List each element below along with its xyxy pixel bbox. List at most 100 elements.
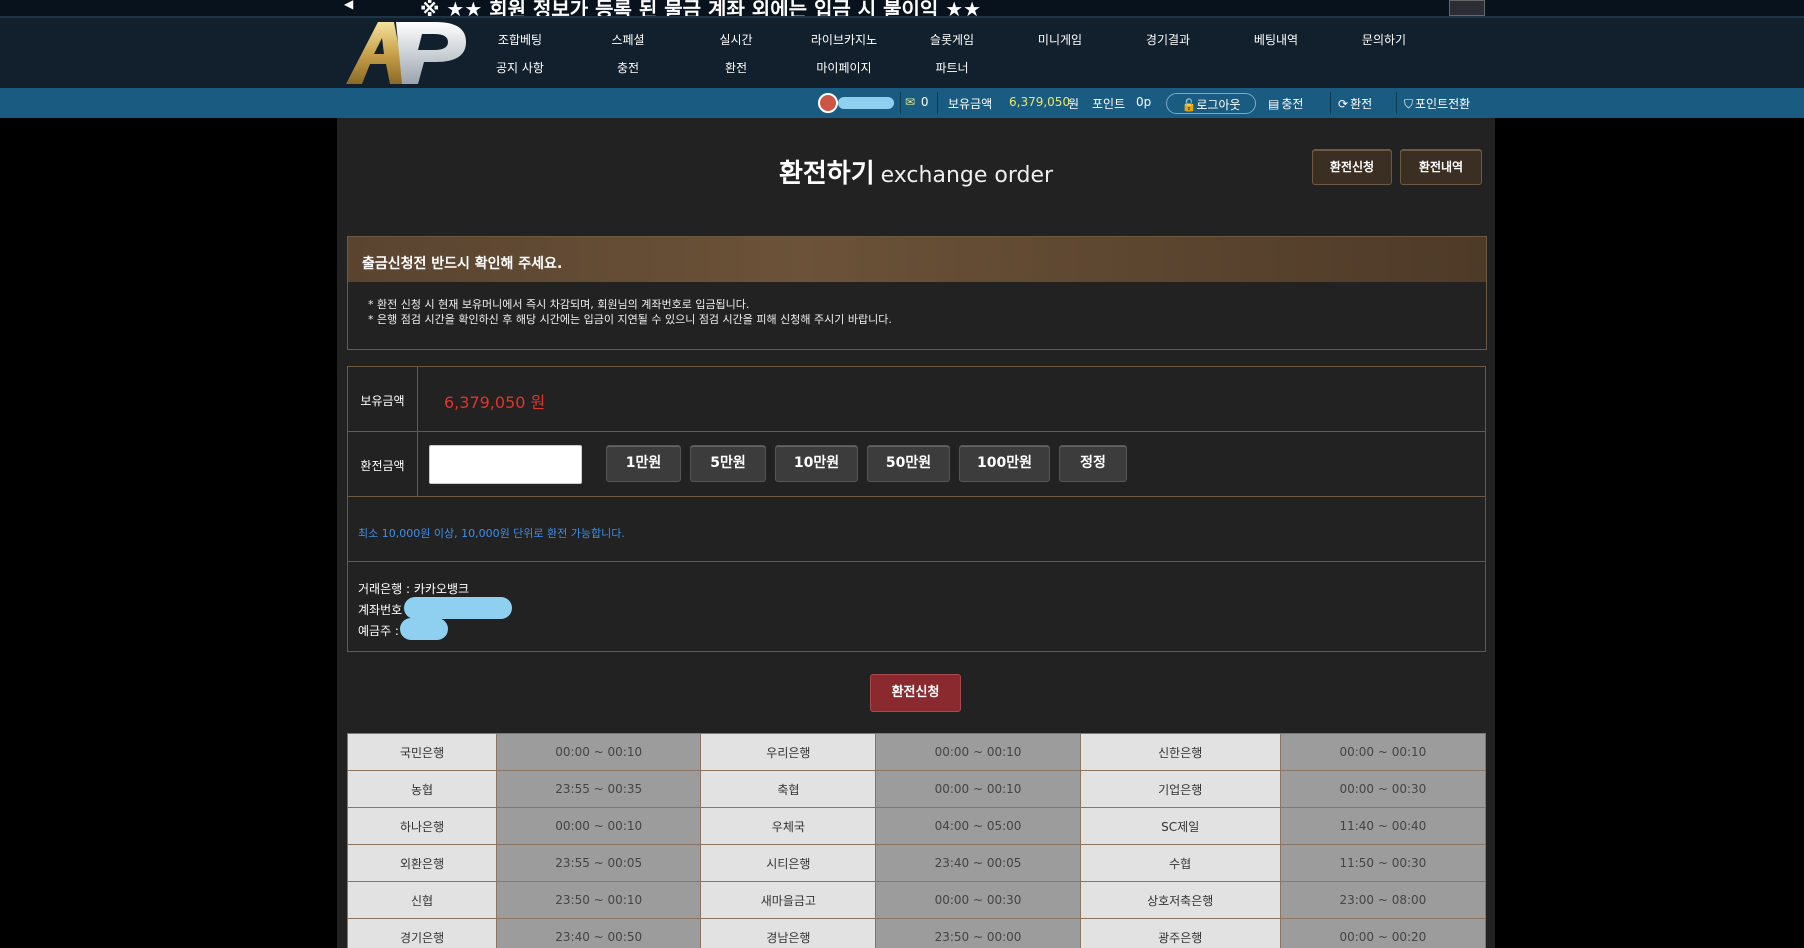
- bank-name-cell: 신협: [346, 881, 498, 919]
- speaker-icon: ◀: [344, 0, 354, 11]
- divider: [900, 92, 901, 114]
- maintenance-time-cell: 23:50 ~ 00:10: [496, 881, 702, 919]
- lock-icon: 🔓: [1181, 98, 1197, 112]
- user-bar: ✉ 0 보유금액 6,379,050 원 포인트 0p 🔓로그아웃 ▤ 충전 ⟳ 환…: [0, 88, 1804, 118]
- coins-icon: ▤: [1268, 97, 1280, 111]
- hint-row: 최소 10,000원 이상, 10,000원 단위로 환전 가능합니다.: [348, 497, 1485, 562]
- exchange-apply-tab[interactable]: 환전신청: [1312, 149, 1392, 185]
- nav-combo-bet[interactable]: 조합베팅: [466, 31, 574, 48]
- bank-name-cell: 경남은행: [700, 918, 877, 948]
- nav-charge[interactable]: 충전: [574, 59, 682, 76]
- table-row: 신협 23:50 ~ 00:10 새마을금고 00:00 ~ 00:30 상호저축은행 2…: [346, 881, 1487, 919]
- bank-maintenance-table: 국민은행 00:00 ~ 00:10 우리은행 00:00 ~ 00:10 신한은행 00…: [346, 733, 1487, 948]
- amount-row-label: 환전금액: [348, 432, 418, 496]
- account-holder: 예금주 :: [358, 624, 399, 638]
- divider: [1396, 92, 1397, 114]
- nav-inquiry[interactable]: 문의하기: [1330, 31, 1438, 48]
- exchange-link[interactable]: ⟳ 환전: [1338, 95, 1372, 112]
- nav-partner[interactable]: 파트너: [898, 59, 1006, 76]
- message-link[interactable]: ✉ 0: [905, 95, 929, 109]
- bank-name-cell: 상호저축은행: [1079, 881, 1281, 919]
- table-row: 농협 23:55 ~ 00:35 축협 00:00 ~ 00:10 기업은행 00:00 …: [346, 770, 1487, 808]
- maintenance-time-cell: 00:00 ~ 00:10: [875, 733, 1081, 771]
- exchange-submit-button[interactable]: 환전신청: [870, 674, 961, 712]
- bank-name-cell: 국민은행: [346, 733, 498, 771]
- balance-amount: 6,379,050 원: [444, 393, 546, 412]
- page-title-en: exchange order: [880, 163, 1054, 188]
- logout-label: 로그아웃: [1196, 98, 1241, 112]
- refresh-icon: ⟳: [1338, 97, 1349, 111]
- main-nav: 조합베팅 스페셜 실시간 라이브카지노 슬롯게임 미니게임 경기결과 베팅내역 …: [466, 18, 1466, 88]
- nav-special[interactable]: 스페셜: [574, 31, 682, 48]
- point-convert-link[interactable]: ⛉ 포인트전환: [1404, 95, 1470, 112]
- nav-exchange[interactable]: 환전: [682, 59, 790, 76]
- table-row: 외환은행 23:55 ~ 00:05 시티은행 23:40 ~ 00:05 수협 11:5…: [346, 844, 1487, 882]
- table-row: 하나은행 00:00 ~ 00:10 우체국 04:00 ~ 05:00 SC제일 11:…: [346, 807, 1487, 845]
- nav-results[interactable]: 경기결과: [1114, 31, 1222, 48]
- maintenance-time-cell: 11:50 ~ 00:30: [1279, 844, 1487, 882]
- exchange-label: 환전: [1350, 97, 1373, 111]
- charge-label: 충전: [1281, 97, 1304, 111]
- add-10k-button[interactable]: 1만원: [606, 445, 681, 482]
- header: 조합베팅 스페셜 실시간 라이브카지노 슬롯게임 미니게임 경기결과 베팅내역 …: [0, 18, 1804, 88]
- amount-input[interactable]: [429, 445, 582, 484]
- bank-name-cell: 시티은행: [700, 844, 877, 882]
- notice-box: 출금신청전 반드시 확인해 주세요. * 환전 신청 시 현재 보유머니에서 즉…: [347, 236, 1487, 350]
- bank-name: 거래은행 : 카카오뱅크: [358, 582, 470, 596]
- nav-live[interactable]: 실시간: [682, 31, 790, 48]
- charge-link[interactable]: ▤ 충전: [1268, 95, 1303, 112]
- add-100k-button[interactable]: 10만원: [775, 445, 858, 482]
- exchange-form: 보유금액 6,379,050 원 환전금액 1만원 5만원 10만원 50만원 …: [347, 366, 1486, 652]
- amount-row: 환전금액 1만원 5만원 10만원 50만원 100만원 정정: [348, 432, 1485, 497]
- message-count: 0: [920, 95, 929, 109]
- bank-name-cell: 우체국: [700, 807, 877, 845]
- point-label: 포인트: [1092, 97, 1126, 111]
- maintenance-time-cell: 23:50 ~ 00:00: [875, 918, 1081, 948]
- bank-name-cell: 우리은행: [700, 733, 877, 771]
- balance-unit: 원: [1068, 97, 1080, 111]
- site-logo[interactable]: [344, 18, 470, 86]
- ticker-toggle[interactable]: [1449, 0, 1485, 16]
- logout-button[interactable]: 🔓로그아웃: [1166, 93, 1256, 114]
- nav-slot[interactable]: 슬롯게임: [898, 31, 1006, 48]
- maintenance-time-cell: 00:00 ~ 00:10: [496, 807, 702, 845]
- nav-live-casino[interactable]: 라이브카지노: [790, 31, 898, 48]
- maintenance-time-cell: 00:00 ~ 00:30: [1279, 770, 1487, 808]
- nav-mini-game[interactable]: 미니게임: [1006, 31, 1114, 48]
- nav-notice[interactable]: 공지 사항: [466, 59, 574, 76]
- maintenance-time-cell: 00:00 ~ 00:10: [875, 770, 1081, 808]
- maintenance-time-cell: 23:40 ~ 00:50: [496, 918, 702, 948]
- bank-name-cell: 수협: [1079, 844, 1281, 882]
- nav-bet-history[interactable]: 베팅내역: [1222, 31, 1330, 48]
- exchange-panel: 환전하기 exchange order 환전신청 환전내역 출금신청전 반드시 확…: [337, 118, 1495, 948]
- add-500k-button[interactable]: 50만원: [867, 445, 950, 482]
- divider: [1330, 92, 1331, 114]
- shield-icon: ⛉: [1404, 97, 1414, 111]
- divider: [937, 92, 938, 114]
- maintenance-time-cell: 00:00 ~ 00:10: [1279, 733, 1487, 771]
- maintenance-time-cell: 23:55 ~ 00:35: [496, 770, 702, 808]
- page-title-ko: 환전하기: [778, 159, 875, 189]
- bank-name-cell: SC제일: [1079, 807, 1281, 845]
- balance-value: 6,379,050: [1009, 95, 1071, 109]
- exchange-history-tab[interactable]: 환전내역: [1400, 149, 1482, 185]
- add-50k-button[interactable]: 5만원: [690, 445, 766, 482]
- balance-row-label: 보유금액: [348, 367, 418, 431]
- maintenance-time-cell: 00:00 ~ 00:10: [496, 733, 702, 771]
- ticker-text: ※ ★★ 회원 정보가 등록 된 물금 계좌 외에는 입금 시 불이익 ★★: [420, 0, 982, 18]
- bank-name-cell: 신한은행: [1079, 733, 1281, 771]
- bank-name-cell: 새마을금고: [700, 881, 877, 919]
- nav-mypage[interactable]: 마이페이지: [790, 59, 898, 76]
- bank-name-cell: 기업은행: [1079, 770, 1281, 808]
- bank-name-cell: 경기은행: [346, 918, 498, 948]
- bank-name-cell: 축협: [700, 770, 877, 808]
- maintenance-time-cell: 00:00 ~ 00:20: [1279, 918, 1487, 948]
- redacted-holder: [400, 618, 448, 640]
- bank-name-cell: 농협: [346, 770, 498, 808]
- maintenance-time-cell: 04:00 ~ 05:00: [875, 807, 1081, 845]
- bank-info-row: 거래은행 : 카카오뱅크 계좌번호 : 예금주 :: [348, 562, 1485, 652]
- table-row: 국민은행 00:00 ~ 00:10 우리은행 00:00 ~ 00:10 신한은행 00…: [346, 733, 1487, 771]
- reset-button[interactable]: 정정: [1059, 445, 1127, 482]
- minimum-hint: 최소 10,000원 이상, 10,000원 단위로 환전 가능합니다.: [358, 527, 625, 540]
- add-1m-button[interactable]: 100만원: [959, 445, 1050, 482]
